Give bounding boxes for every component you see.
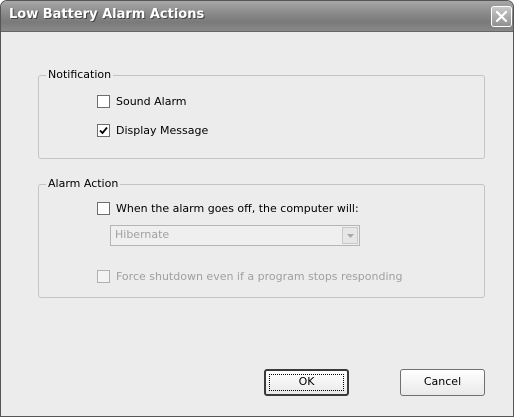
notification-group: Notification Sound Alarm Display Message (38, 68, 485, 159)
display-message-option[interactable]: Display Message (97, 122, 208, 138)
alarm-action-group: Alarm Action When the alarm goes off, th… (38, 177, 485, 298)
force-shutdown-option[interactable]: Force shutdown even if a program stops r… (97, 268, 403, 284)
notification-group-title: Notification (46, 68, 114, 81)
when-alarm-option[interactable]: When the alarm goes off, the computer wi… (97, 200, 359, 216)
when-alarm-label[interactable]: When the alarm goes off, the computer wi… (116, 202, 359, 215)
dialog-content: Notification Sound Alarm Display Message… (1, 32, 513, 416)
sound-alarm-option[interactable]: Sound Alarm (97, 93, 187, 109)
force-shutdown-checkbox[interactable] (97, 269, 110, 283)
low-battery-alarm-dialog: Low Battery Alarm Actions Notification S… (0, 0, 514, 417)
window-title: Low Battery Alarm Actions (9, 7, 205, 22)
close-button[interactable] (491, 6, 512, 27)
dropdown-arrow-button[interactable] (342, 227, 358, 244)
chevron-down-icon (347, 234, 354, 238)
cancel-button[interactable]: Cancel (400, 369, 485, 396)
display-message-checkbox[interactable] (97, 123, 110, 137)
checkmark-icon (99, 126, 108, 134)
close-icon (495, 10, 508, 23)
alarm-action-dropdown[interactable]: Hibernate (110, 225, 360, 246)
alarm-action-dropdown-value: Hibernate (115, 228, 170, 241)
sound-alarm-label[interactable]: Sound Alarm (116, 95, 187, 108)
cancel-button-label: Cancel (423, 375, 462, 388)
when-alarm-checkbox[interactable] (97, 201, 110, 215)
alarm-action-group-title: Alarm Action (46, 177, 121, 190)
title-bar[interactable]: Low Battery Alarm Actions (1, 1, 513, 32)
force-shutdown-label[interactable]: Force shutdown even if a program stops r… (116, 270, 403, 283)
display-message-label[interactable]: Display Message (116, 124, 208, 137)
sound-alarm-checkbox[interactable] (97, 94, 110, 108)
ok-button[interactable]: OK (264, 369, 349, 396)
focus-rectangle (269, 374, 344, 391)
